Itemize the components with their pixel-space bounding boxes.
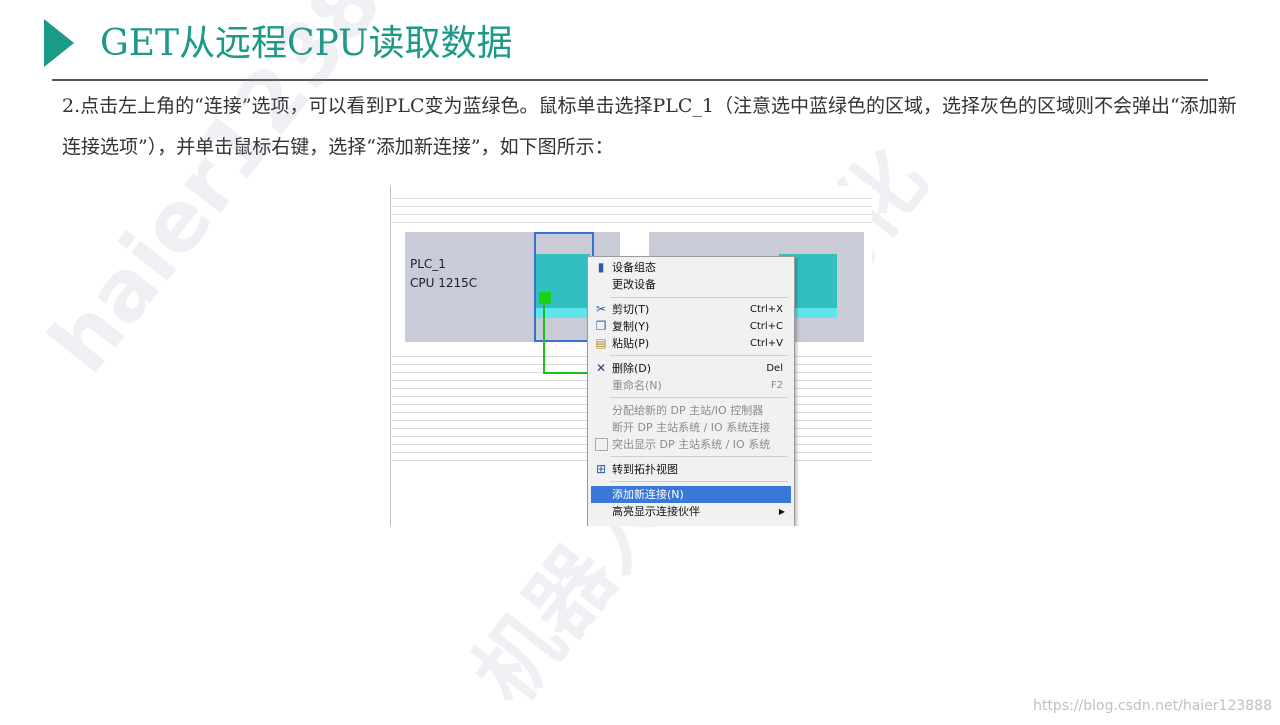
topology-icon: ⊞ (595, 462, 607, 476)
menu-item-highlight-partners[interactable]: 高亮显示连接伙伴 ▶ (591, 503, 791, 520)
scissors-icon: ✂ (595, 302, 607, 316)
device-config-icon: ▮ (597, 260, 605, 274)
grid-line (390, 214, 872, 215)
network-line (543, 372, 589, 374)
network-view-screenshot: PLC_1 CPU 1215C ▮ 设备组态 更改设备 ✂ 剪切(T) Ctrl… (390, 186, 872, 526)
menu-separator (610, 297, 788, 298)
paste-icon: ▤ (595, 336, 607, 350)
menu-separator (610, 481, 788, 482)
menu-item-assign-dp-master[interactable]: 分配给新的 DP 主站/IO 控制器 (591, 402, 791, 419)
menu-separator (610, 355, 788, 356)
menu-item-paste[interactable]: ▤ 粘贴(P) Ctrl+V (591, 335, 791, 352)
menu-item-cut[interactable]: ✂ 剪切(T) Ctrl+X (591, 301, 791, 318)
menu-item-copy[interactable]: ❐ 复制(Y) Ctrl+C (591, 318, 791, 335)
grid-line (390, 222, 872, 223)
footer-url: https://blog.csdn.net/haier123888 (1033, 698, 1272, 714)
menu-item-change-device[interactable]: 更改设备 (591, 276, 791, 293)
device-model: CPU 1215C (410, 276, 478, 290)
menu-separator (610, 397, 788, 398)
grid-line (390, 198, 872, 199)
title-arrow-icon (44, 19, 74, 67)
submenu-arrow-icon: ▶ (778, 507, 785, 516)
menu-item-rename[interactable]: 重命名(N) F2 (591, 377, 791, 394)
menu-item-highlight-dp-system[interactable]: 突出显示 DP 主站系统 / IO 系统 (591, 436, 791, 453)
title-divider (52, 79, 1208, 81)
menu-item-device-config[interactable]: ▮ 设备组态 (591, 259, 791, 276)
copy-icon: ❐ (595, 319, 607, 333)
context-menu: ▮ 设备组态 更改设备 ✂ 剪切(T) Ctrl+X ❐ 复制(Y) Ctrl+… (587, 256, 795, 526)
menu-item-delete[interactable]: ✕ 删除(D) Del (591, 360, 791, 377)
profinet-port[interactable] (539, 292, 551, 304)
grid-line (390, 206, 872, 207)
page-title: GET从远程CPU读取数据 (100, 23, 513, 64)
menu-separator (610, 456, 788, 457)
checkbox-icon (595, 438, 608, 451)
menu-item-add-new-connection[interactable]: 添加新连接(N) (591, 486, 791, 503)
menu-item-disconnect-dp-system[interactable]: 断开 DP 主站系统 / IO 系统连接 (591, 419, 791, 436)
instruction-text: 2.点击左上角的“连接”选项，可以看到PLC变为蓝绿色。鼠标单击选择PLC_1（… (62, 95, 1237, 158)
device-name: PLC_1 (410, 257, 446, 271)
menu-item-goto-topology[interactable]: ⊞ 转到拓扑视图 (591, 461, 791, 478)
delete-x-icon: ✕ (595, 361, 607, 375)
network-line (543, 304, 545, 374)
